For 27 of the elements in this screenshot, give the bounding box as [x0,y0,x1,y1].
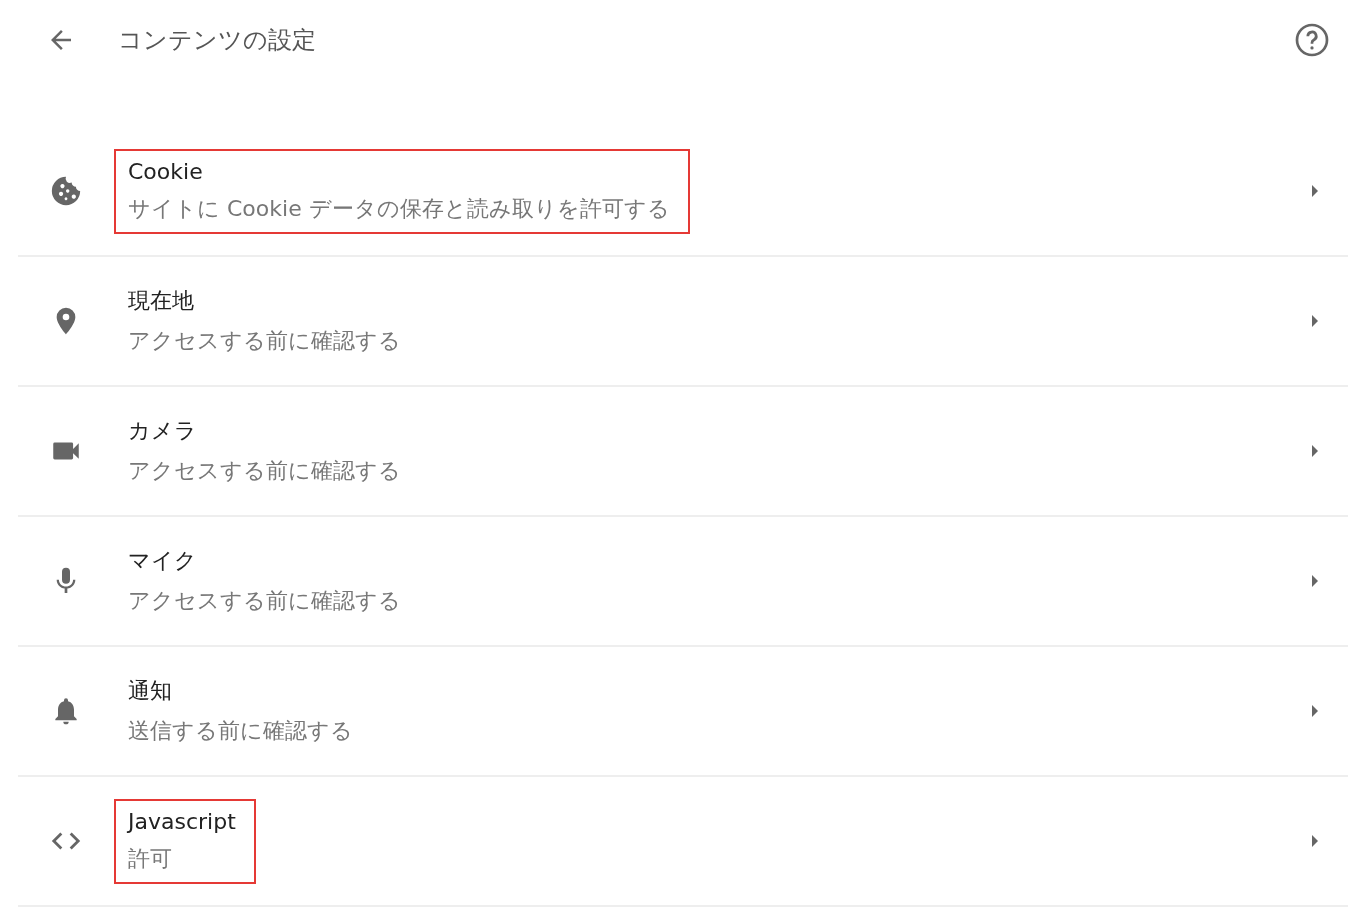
setting-title: カメラ [128,417,198,445]
setting-title: 現在地 [128,287,195,315]
caret-right-icon [1310,183,1320,199]
caret-right-icon [1310,573,1320,589]
caret-right-icon [1310,443,1320,459]
setting-description: アクセスする前に確認する [128,457,401,485]
setting-title: Cookie [128,158,204,184]
help-icon[interactable] [1294,22,1330,58]
caret-right-icon [1310,703,1320,719]
settings-row[interactable]: 通知 送信する前に確認する [18,647,1348,777]
page-title: コンテンツの設定 [118,25,317,56]
settings-row[interactable]: Cookie サイトに Cookie データの保存と読み取りを許可する [18,127,1348,257]
cookie-icon [49,174,83,208]
setting-description: 送信する前に確認する [128,717,353,745]
setting-description: 許可 [128,844,173,873]
caret-right-icon [1310,313,1320,329]
settings-row[interactable]: Javascript 許可 [18,777,1348,907]
setting-description: サイトに Cookie データの保存と読み取りを許可する [128,194,670,223]
setting-title: 通知 [128,677,173,705]
setting-title: マイク [128,547,198,575]
setting-description: アクセスする前に確認する [128,327,401,355]
settings-row[interactable]: カメラ アクセスする前に確認する [18,387,1348,517]
caret-right-icon [1310,833,1320,849]
settings-row[interactable]: 現在地 アクセスする前に確認する [18,257,1348,387]
setting-description: アクセスする前に確認する [128,587,401,615]
setting-title: Javascript [128,808,236,834]
settings-row[interactable]: マイク アクセスする前に確認する [18,517,1348,647]
